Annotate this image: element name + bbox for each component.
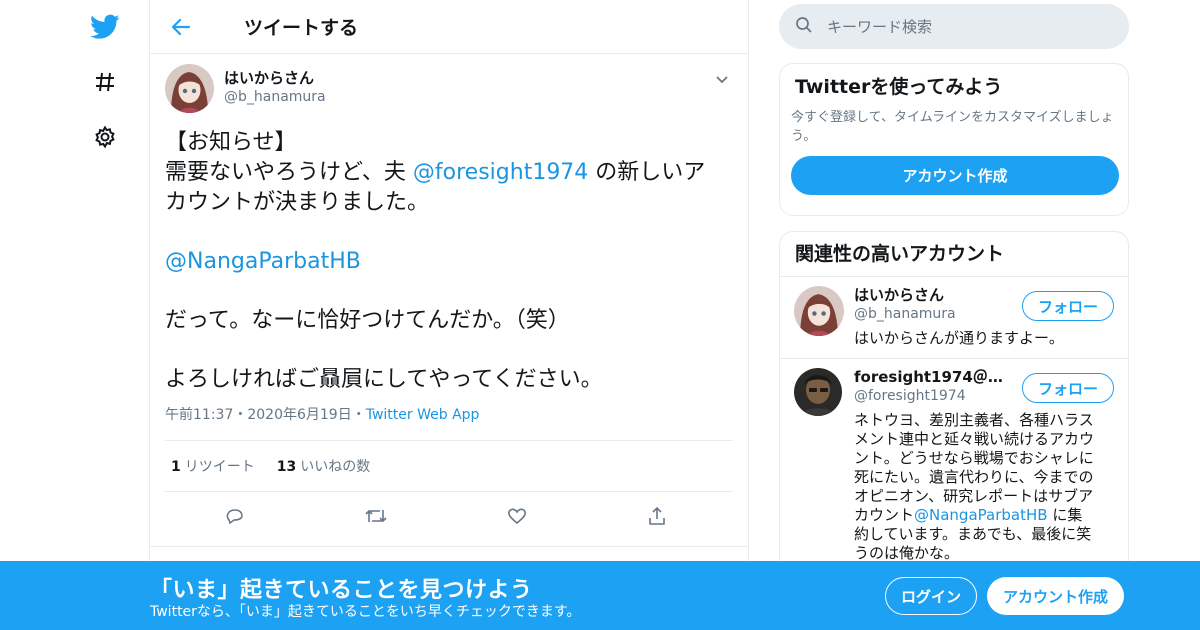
retweet-icon[interactable] [365,505,387,527]
follow-button[interactable]: フォロー [1022,291,1114,321]
heart-icon[interactable] [507,505,527,527]
search-box[interactable] [779,4,1129,49]
tweet-author-row: はいからさん @b_hanamura [165,64,733,120]
tweet-line: よろしければご贔屓にしてやってください。 [165,367,603,392]
tweet-line: 【お知らせ】 [165,130,297,155]
tweet-text-segment: 需要ないやろうけど、夫 [165,160,413,185]
likes-stat[interactable]: 13 いいねの数 [277,456,370,476]
avatar[interactable] [794,368,842,416]
reply-icon[interactable] [225,505,245,527]
page-title: ツイートする [244,17,359,39]
tweet-text: 【お知らせ】 需要ないやろうけど、夫 @foresight1974 の新しいア … [165,128,733,395]
tweet: はいからさん @b_hanamura 【お知らせ】 需要ないやろうけど、夫 @f… [150,54,748,540]
tweet-stats: 1 リツイート 13 いいねの数 [165,440,733,492]
tweet-line: カウントが決まりました。 [165,190,430,215]
avatar[interactable] [165,64,214,113]
banner-create-account-button[interactable]: アカウント作成 [987,577,1124,615]
account-name[interactable]: はいからさん [854,285,1004,305]
signup-banner: 「いま」起きていることを見つけよう Twitterなら、「いま」起きていることを… [0,561,1200,630]
tweet-text-segment: の新しいア [588,160,706,185]
search-input[interactable] [827,17,1107,36]
signup-card: Twitterを使ってみよう 今すぐ登録して、タイムラインをカスタマイズしましょ… [779,63,1129,216]
tweet-meta: 午前11:37・2020年6月19日・Twitter Web App [165,405,733,425]
banner-subtitle: Twitterなら、「いま」起きていることをいち早くチェックできます。 [150,604,581,620]
tweet-date[interactable]: 2020年6月19日 [247,407,351,423]
main-column: ツイートする はいからさん @b_hanamura 【お知らせ】 需要ないやろう… [149,0,749,630]
tweet-actions [165,492,733,540]
follow-button[interactable]: フォロー [1022,373,1114,403]
tweet-time[interactable]: 午前11:37 [165,407,233,423]
meta-separator: ・ [351,407,366,423]
left-nav [0,0,150,630]
share-icon[interactable] [647,505,667,527]
account-bio: ネトウヨ、差別主義者、各種ハラスメント連中と延々戦い続けるアカウント。どうせなら… [854,411,1094,563]
author-handle[interactable]: @b_hanamura [224,88,326,106]
mention-link[interactable]: @NangaParbatHB [165,247,733,277]
gear-icon[interactable] [88,120,122,154]
mention-link[interactable]: @foresight1974 [413,160,588,185]
author-names: はいからさん @b_hanamura [224,68,326,106]
tweet-line: だって。なーに恰好つけてんだか。（笑） [165,308,570,333]
account-name[interactable]: foresight1974＠悪党... [854,367,1004,387]
retweets-count: 1 [171,459,181,475]
login-button[interactable]: ログイン [885,577,977,615]
meta-separator: ・ [233,407,248,423]
chevron-down-icon[interactable] [713,70,731,88]
create-account-button[interactable]: アカウント作成 [791,156,1119,195]
related-accounts-title: 関連性の高いアカウント [780,232,1128,277]
twitter-bird-icon[interactable] [88,10,122,44]
tweet-line: 需要ないやろうけど、夫 @foresight1974 の新しいア [165,158,733,188]
account-item[interactable]: foresight1974＠悪党... @foresight1974 ネトウヨ、… [780,359,1128,574]
signup-card-desc: 今すぐ登録して、タイムラインをカスタマイズしましょう。 [791,110,1114,144]
likes-label: いいねの数 [300,459,371,475]
back-arrow-icon[interactable] [170,16,192,38]
signup-card-title: Twitterを使ってみよう [795,76,1003,98]
hashtag-icon[interactable] [88,65,122,99]
retweets-label: リツイート [184,459,255,475]
search-icon [795,16,813,38]
author-name[interactable]: はいからさん [224,68,326,88]
account-item[interactable]: はいからさん @b_hanamura はいからさんが通りますよー。 フォロー [780,277,1128,359]
divider [150,546,748,547]
mention-link[interactable]: @NangaParbatHB [914,506,1048,524]
banner-title: 「いま」起きていることを見つけよう [150,578,533,603]
likes-count: 13 [276,459,297,475]
retweets-stat[interactable]: 1 リツイート [171,456,255,476]
account-bio: はいからさんが通りますよー。 [854,329,1064,347]
tweet-source-link[interactable]: Twitter Web App [366,407,480,423]
avatar[interactable] [794,286,844,336]
main-header: ツイートする [150,0,748,54]
